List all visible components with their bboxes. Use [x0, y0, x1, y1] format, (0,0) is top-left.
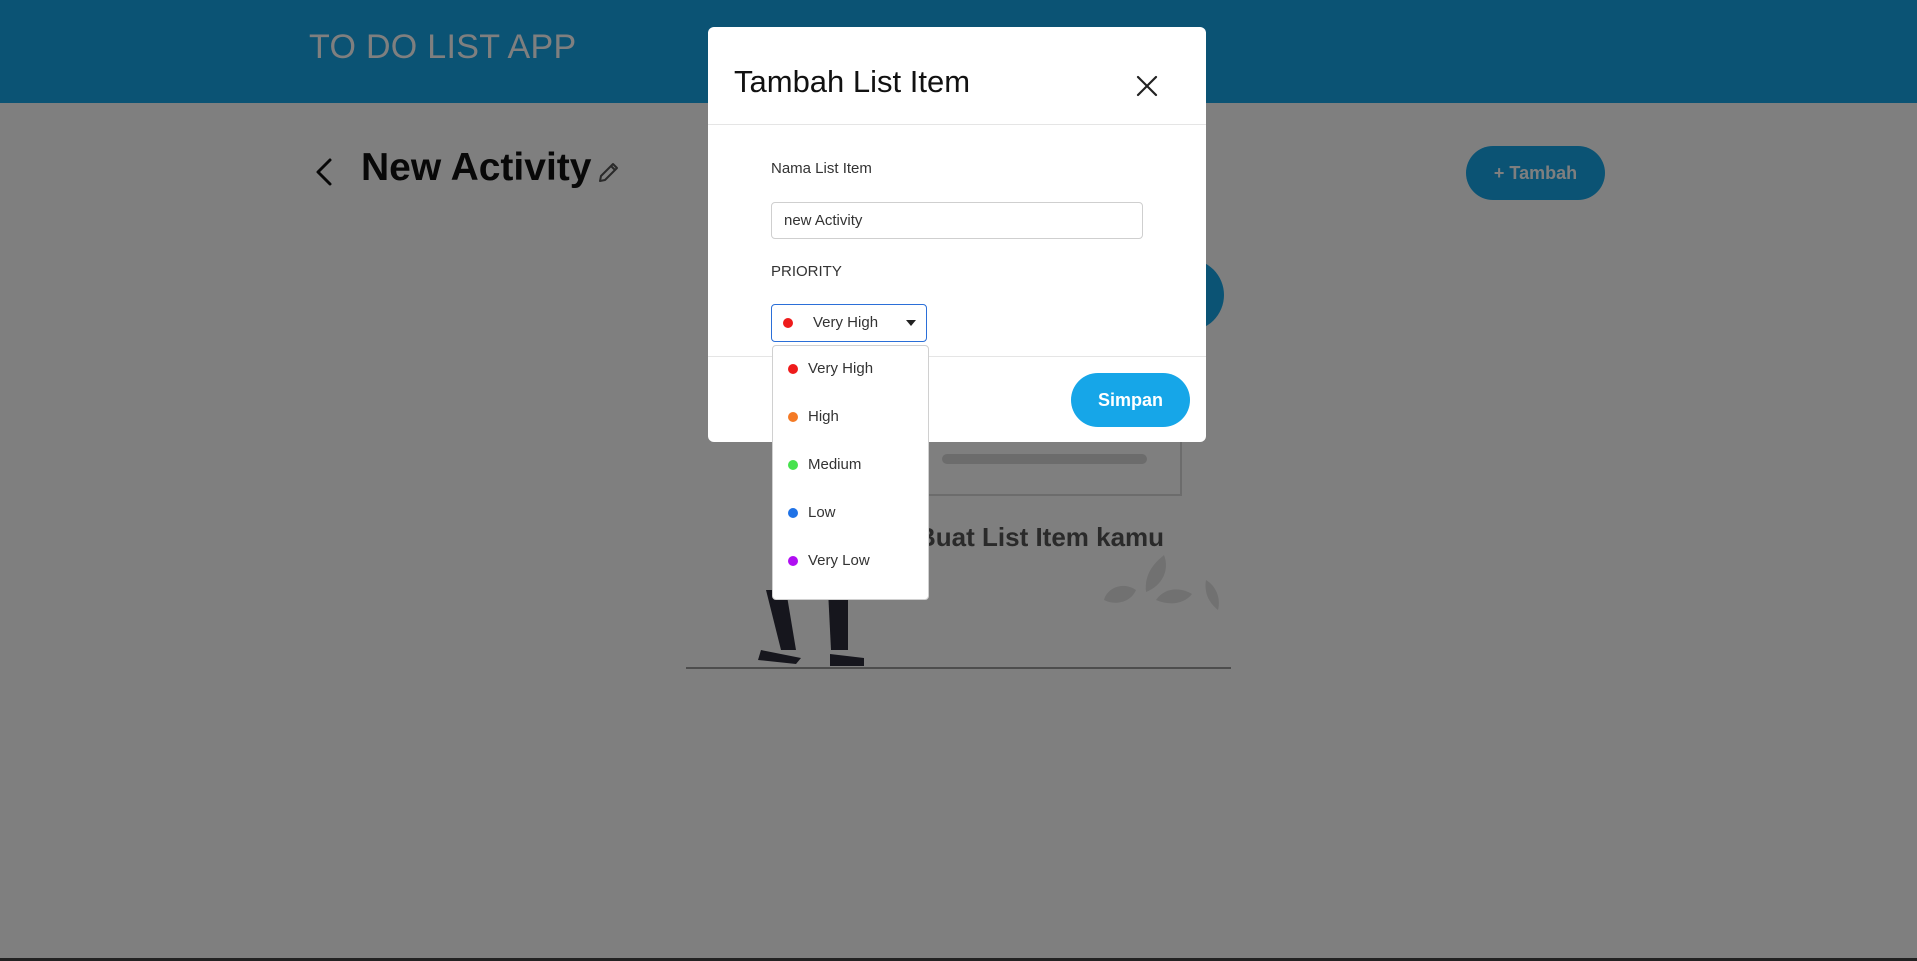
- name-field-label: Nama List Item: [771, 160, 872, 177]
- priority-option[interactable]: Very Low: [773, 541, 928, 581]
- priority-option-label: Medium: [808, 456, 862, 473]
- priority-label: PRIORITY: [771, 263, 842, 280]
- priority-select[interactable]: Very High: [771, 304, 927, 342]
- priority-option[interactable]: Low: [773, 493, 928, 533]
- priority-dot: [788, 508, 798, 518]
- close-icon[interactable]: [1135, 74, 1159, 98]
- priority-dropdown-menu: Very High High Medium Low Very Low: [772, 345, 929, 600]
- priority-option[interactable]: High: [773, 397, 928, 437]
- priority-dot: [788, 460, 798, 470]
- priority-option-label: High: [808, 408, 839, 425]
- priority-dot: [788, 364, 798, 374]
- priority-dot: [788, 556, 798, 566]
- priority-option[interactable]: Very High: [773, 349, 928, 389]
- priority-option-label: Low: [808, 504, 836, 521]
- modal-title: Tambah List Item: [734, 64, 971, 99]
- priority-select-value: Very High: [813, 314, 879, 331]
- priority-option[interactable]: Medium: [773, 445, 928, 485]
- save-button[interactable]: Simpan: [1071, 373, 1190, 427]
- modal-header-divider: [708, 124, 1206, 125]
- priority-dot: [783, 318, 793, 328]
- priority-option-label: Very High: [808, 360, 874, 377]
- priority-option-label: Very Low: [808, 552, 870, 569]
- caret-down-icon: [906, 320, 916, 326]
- priority-dot: [788, 412, 798, 422]
- name-field[interactable]: [771, 202, 1143, 239]
